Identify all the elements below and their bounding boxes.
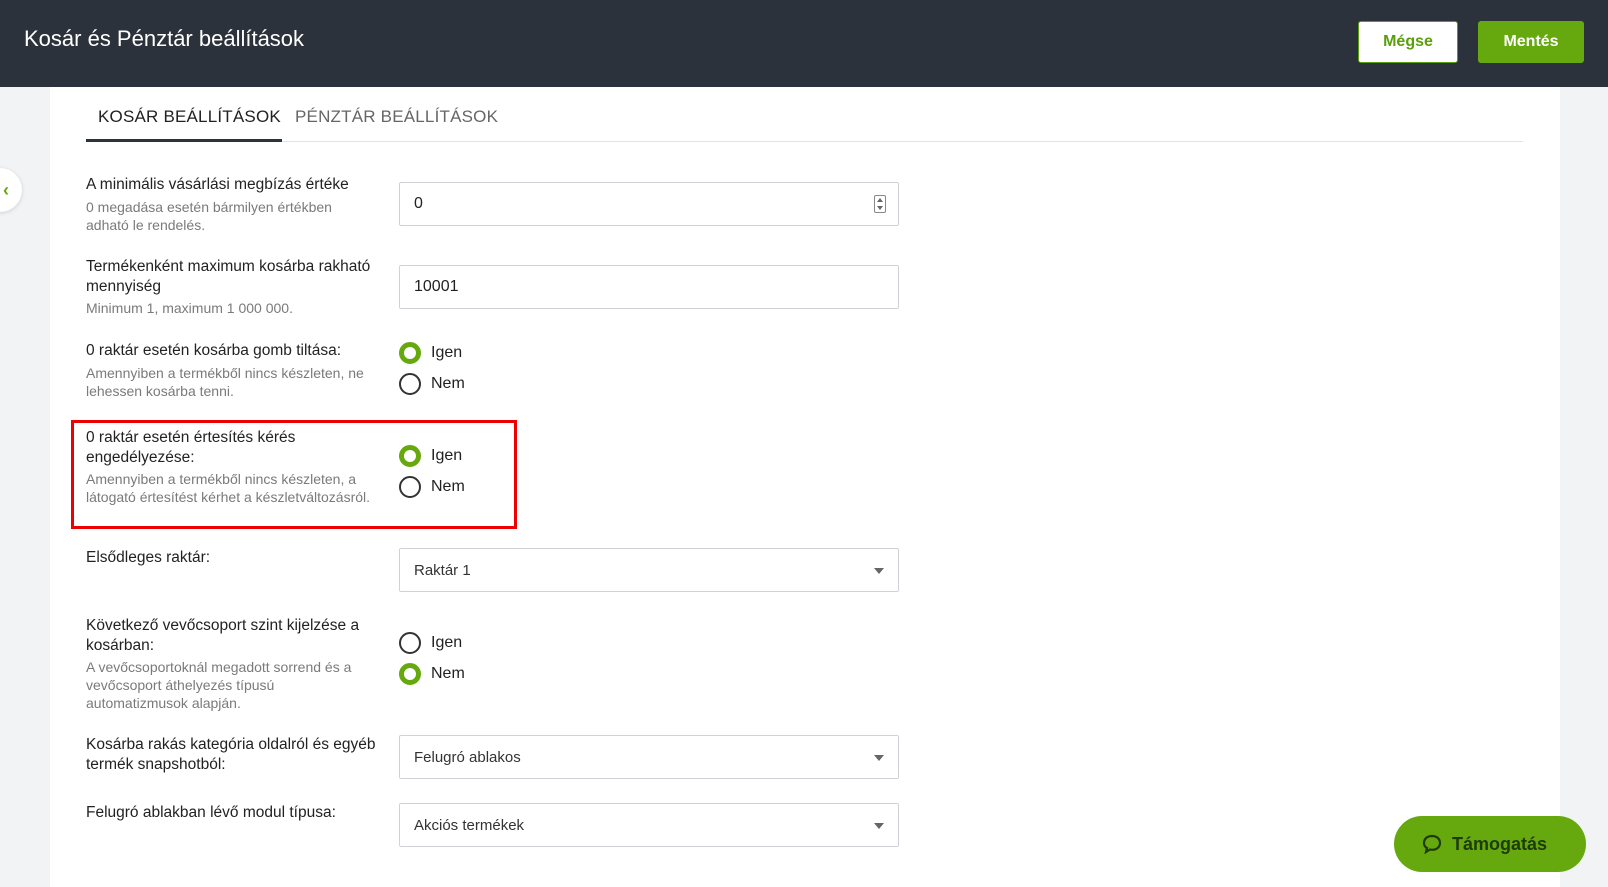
chevron-left-icon: ‹ — [3, 179, 9, 200]
max-qty-label: Termékenként maximum kosárba rakható men… — [86, 258, 371, 295]
next-group-level-hint: A vevőcsoportoknál megadott sorrend és a… — [86, 659, 352, 711]
next-group-yes-radio[interactable]: Igen — [399, 631, 462, 655]
min-order-value: 0 — [414, 195, 423, 212]
tab-cart-settings[interactable]: KOSÁR BEÁLLÍTÁSOK — [98, 107, 281, 127]
cancel-button[interactable]: Mégse — [1358, 21, 1458, 63]
tab-bar: KOSÁR BEÁLLÍTÁSOK PÉNZTÁR BEÁLLÍTÁSOK — [86, 87, 1523, 142]
highlight-box — [71, 420, 517, 529]
radio-checked-icon — [399, 342, 421, 364]
next-group-no-radio[interactable]: Nem — [399, 662, 465, 686]
number-stepper-icon[interactable] — [874, 195, 886, 213]
radio-label: Nem — [431, 375, 465, 392]
radio-label: Nem — [431, 665, 465, 682]
disable-cart-yes-radio[interactable]: Igen — [399, 341, 462, 365]
next-group-level-label: Következő vevőcsoport szint kijelzése a … — [86, 617, 360, 654]
save-button[interactable]: Mentés — [1478, 21, 1584, 63]
dropdown-caret-icon — [874, 823, 884, 829]
primary-warehouse-select[interactable]: Raktár 1 — [399, 548, 899, 592]
add-to-cart-mode-value: Felugró ablakos — [414, 748, 521, 766]
page-title: Kosár és Pénztár beállítások — [24, 26, 305, 51]
add-to-cart-mode-label: Kosárba rakás kategória oldalról és egyé… — [86, 736, 376, 773]
popup-module-type-value: Akciós termékek — [414, 816, 525, 834]
min-order-label: A minimális vásárlási megbízás értéke — [86, 176, 349, 193]
max-qty-value: 10001 — [414, 278, 459, 295]
max-qty-input[interactable]: 10001 — [399, 265, 899, 309]
collapse-sidebar-button[interactable]: ‹ — [0, 168, 22, 212]
chat-bubble-icon — [1422, 834, 1442, 854]
radio-label: Igen — [431, 634, 463, 651]
add-to-cart-mode-select[interactable]: Felugró ablakos — [399, 735, 899, 779]
primary-warehouse-label: Elsődleges raktár: — [86, 549, 211, 566]
radio-unchecked-icon — [399, 632, 421, 654]
dropdown-caret-icon — [874, 755, 884, 761]
disable-cart-no-radio[interactable]: Nem — [399, 372, 465, 396]
min-order-input[interactable]: 0 — [399, 182, 899, 226]
disable-cart-button-hint: Amennyiben a termékből nincs készleten, … — [86, 365, 364, 399]
tab-checkout-settings[interactable]: PÉNZTÁR BEÁLLÍTÁSOK — [295, 107, 498, 127]
support-chat-button[interactable]: Támogatás — [1394, 816, 1586, 872]
disable-cart-button-label: 0 raktár esetén kosárba gomb tiltása: — [86, 342, 342, 359]
primary-warehouse-value: Raktár 1 — [414, 561, 471, 579]
popup-module-type-label: Felugró ablakban lévő modul típusa: — [86, 804, 336, 821]
min-order-hint: 0 megadása esetén bármilyen értékben adh… — [86, 199, 332, 233]
top-bar: Kosár és Pénztár beállítások Mégse Menté… — [0, 0, 1608, 87]
popup-module-type-select[interactable]: Akciós termékek — [399, 803, 899, 847]
radio-unchecked-icon — [399, 373, 421, 395]
active-tab-indicator — [86, 139, 282, 142]
radio-checked-icon — [399, 663, 421, 685]
support-label: Támogatás — [1452, 833, 1548, 854]
dropdown-caret-icon — [874, 568, 884, 574]
radio-label: Igen — [431, 344, 463, 361]
max-qty-hint: Minimum 1, maximum 1 000 000. — [86, 300, 293, 316]
